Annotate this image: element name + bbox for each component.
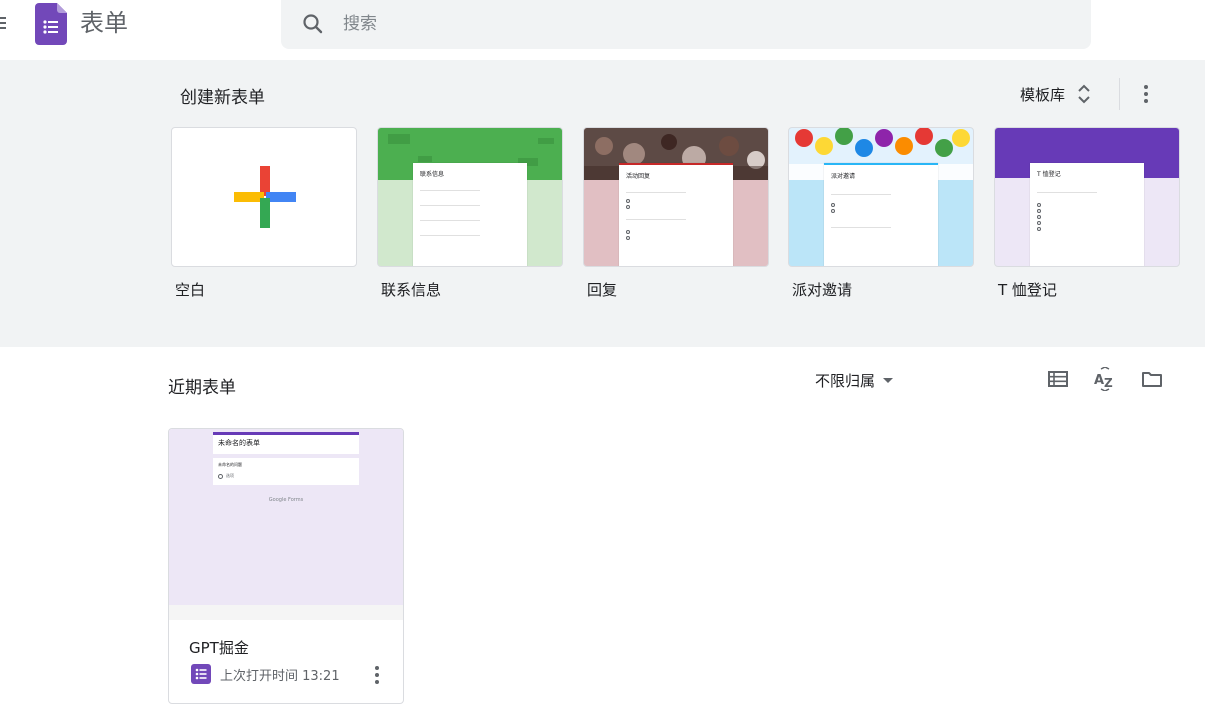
template-gallery-toggle[interactable]: 模板库 xyxy=(1010,76,1101,112)
preview-title: 活动回复 xyxy=(626,173,651,180)
form-thumbnail: 未命名的表单 未命名的问题 选项 Google Forms xyxy=(169,429,403,620)
template-form-preview: 联系信息 xyxy=(413,163,527,266)
app-title[interactable]: 表单 xyxy=(80,6,128,40)
caret-down-icon xyxy=(883,377,894,383)
template-rsvp[interactable]: 活动回复 回复 xyxy=(583,127,769,300)
template-tshirt-signup[interactable]: T 恤登记 T 恤登记 xyxy=(994,127,1180,300)
template-form-preview: 派对邀请 xyxy=(824,163,938,266)
template-gallery-label: 模板库 xyxy=(1020,85,1066,104)
preview-title: 联系信息 xyxy=(420,171,445,178)
form-meta: 上次打开时间 13:21 xyxy=(191,664,340,684)
unfold-icon xyxy=(1078,84,1090,104)
template-thumbnail[interactable]: 派对邀请 xyxy=(788,127,974,267)
preview-question: 未命名的问题 选项 xyxy=(213,458,359,485)
preview-option: 选项 xyxy=(226,473,234,478)
template-thumbnail[interactable]: 活动回复 xyxy=(583,127,769,267)
owner-filter-dropdown[interactable]: 不限归属 xyxy=(815,368,894,392)
owner-filter-label: 不限归属 xyxy=(815,371,876,390)
last-opened-text: 上次打开时间 13:21 xyxy=(220,668,340,684)
search-input[interactable] xyxy=(343,10,1043,38)
preview-title: 派对邀请 xyxy=(831,173,856,180)
gallery-title: 创建新表单 xyxy=(180,88,265,108)
thumbnail-footer xyxy=(169,605,403,620)
template-label: T 恤登记 xyxy=(998,281,1057,299)
template-contact-info[interactable]: 联系信息 联系信息 xyxy=(377,127,563,300)
search-bar[interactable] xyxy=(281,0,1091,49)
radio-icon xyxy=(218,473,223,479)
top-bar: 表单 xyxy=(0,0,1205,60)
template-thumbnail[interactable]: T 恤登记 xyxy=(994,127,1180,267)
template-blank[interactable]: 空白 xyxy=(171,127,357,300)
folder-icon[interactable] xyxy=(1140,367,1164,391)
plus-icon xyxy=(234,166,296,228)
preview-title: 未命名的表单 xyxy=(213,432,359,454)
svg-text:A: A xyxy=(1094,373,1104,388)
template-label: 回复 xyxy=(587,281,618,299)
template-label: 派对邀请 xyxy=(792,281,853,299)
main-menu-icon[interactable] xyxy=(0,14,8,30)
forms-logo-icon[interactable] xyxy=(35,3,67,45)
template-thumbnail[interactable]: 联系信息 xyxy=(377,127,563,267)
divider xyxy=(1119,78,1120,110)
recent-forms-title: 近期表单 xyxy=(168,378,236,398)
template-label: 空白 xyxy=(175,281,206,299)
gallery-more-icon[interactable] xyxy=(1134,82,1158,106)
template-thumbnail[interactable] xyxy=(171,127,357,267)
template-form-preview: 活动回复 xyxy=(619,163,733,266)
preview-brand: Google Forms xyxy=(268,497,304,503)
template-party-invite[interactable]: 派对邀请 派对邀请 xyxy=(788,127,974,300)
preview-title: T 恤登记 xyxy=(1037,171,1061,178)
recent-form-card[interactable]: 未命名的表单 未命名的问题 选项 Google Forms GPT掘金 上次打开… xyxy=(168,428,404,704)
template-gallery-section: 创建新表单 模板库 空白 联系信息 联系信息 活动回复 回复 派对邀请 派对邀请… xyxy=(0,60,1205,347)
template-label: 联系信息 xyxy=(381,281,442,299)
sort-az-icon[interactable]: A Z xyxy=(1093,367,1117,391)
search-icon[interactable] xyxy=(301,12,325,36)
forms-file-icon xyxy=(191,664,211,684)
preview-question-label: 未命名的问题 xyxy=(218,462,242,467)
form-title: GPT掘金 xyxy=(189,639,249,657)
svg-text:Z: Z xyxy=(1104,376,1113,390)
list-view-icon[interactable] xyxy=(1046,367,1070,391)
form-more-icon[interactable] xyxy=(365,663,389,687)
template-form-preview: T 恤登记 xyxy=(1030,163,1144,266)
